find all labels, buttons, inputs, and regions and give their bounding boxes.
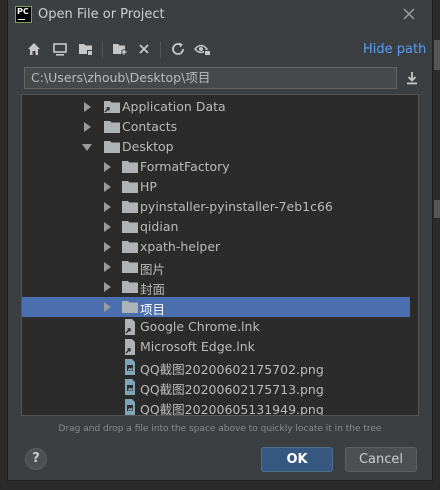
folder-icon [104, 120, 120, 134]
folder-icon [122, 180, 138, 194]
home-icon[interactable] [23, 36, 45, 62]
tree-row-label: Microsoft Edge.lnk [140, 339, 255, 354]
path-input[interactable]: C:\Users\zhoub\Desktop\项目 [24, 67, 397, 89]
chevron-right-icon[interactable] [104, 262, 111, 272]
download-icon[interactable] [404, 70, 420, 86]
tree-row[interactable]: xpath-helper [22, 237, 410, 257]
open-file-dialog: PC Open File or Project Hide path C:\Use… [8, 0, 432, 480]
tree-row-label: QQ截图20200602175702.png [140, 362, 324, 377]
chevron-right-icon[interactable] [104, 182, 111, 192]
chevron-right-icon[interactable] [104, 222, 111, 232]
chevron-right-icon[interactable] [84, 122, 91, 132]
tree-row-label: Desktop [122, 139, 174, 154]
tree-row-label: QQ截图20200602175713.png [140, 382, 324, 397]
image-file-icon [122, 379, 138, 395]
folder-icon [122, 260, 138, 274]
folder-icon [122, 280, 138, 294]
tree-row[interactable]: Contacts [22, 117, 410, 137]
background-strip [434, 40, 440, 70]
chevron-right-icon[interactable] [104, 162, 111, 172]
folder-icon [122, 200, 138, 214]
title-bar: PC Open File or Project [8, 0, 432, 30]
help-button[interactable]: ? [25, 448, 47, 470]
tree-row[interactable]: FormatFactory [22, 157, 410, 177]
tree-row[interactable]: Desktop [22, 137, 410, 157]
close-icon[interactable] [400, 5, 418, 23]
tree-row[interactable]: qidian [22, 217, 410, 237]
chevron-right-icon[interactable] [104, 202, 111, 212]
logo-text: PC [17, 7, 29, 16]
tree-row[interactable]: pyinstaller-pyinstaller-7eb1c66 [22, 197, 410, 217]
shortcut-file-icon [122, 319, 138, 335]
toolbar-separator [102, 42, 103, 58]
background-strip [434, 200, 440, 218]
chevron-right-icon[interactable] [104, 242, 111, 252]
tree-row-label: Contacts [122, 119, 178, 134]
chevron-right-icon[interactable] [84, 102, 91, 112]
tree-row-label: xpath-helper [140, 239, 221, 254]
toolbar-separator [160, 42, 161, 58]
tree-row-label: QQ截图20200605131949.png [140, 402, 324, 416]
image-file-icon [122, 399, 138, 415]
show-hidden-icon[interactable] [192, 36, 214, 62]
cancel-button[interactable]: Cancel [345, 447, 417, 472]
file-tree[interactable]: QQ截图20200605131949.png QQ截图20200602175713… [21, 94, 419, 416]
folder-icon [104, 140, 120, 154]
folder-icon [122, 220, 138, 234]
pycharm-logo-icon: PC [15, 6, 32, 23]
tree-row-label: qidian [140, 219, 179, 234]
tree-row-label: FormatFactory [140, 159, 230, 174]
tree-row-label: 封面 [140, 282, 166, 297]
tree-row[interactable]: Google Chrome.lnk [22, 317, 410, 337]
tree-row-label: 项目 [140, 302, 166, 317]
tree-row-label: Google Chrome.lnk [140, 319, 260, 334]
project-folder-icon[interactable] [75, 36, 97, 62]
window-title: Open File or Project [38, 7, 165, 22]
ok-button[interactable]: OK [261, 447, 333, 472]
chevron-down-icon[interactable] [82, 144, 92, 151]
tree-row[interactable]: 项目 [22, 297, 410, 317]
hide-path-link[interactable]: Hide path [363, 42, 426, 57]
tree-row-label: 图片 [140, 262, 166, 277]
chevron-right-icon[interactable] [104, 302, 111, 312]
tree-row[interactable]: Microsoft Edge.lnk [22, 337, 410, 357]
tree-row[interactable]: Application Data [22, 97, 410, 117]
tree-row[interactable]: 图片 [22, 257, 410, 277]
tree-row[interactable]: HP [22, 177, 410, 197]
tree-row[interactable]: QQ截图20200602175702.png [22, 357, 410, 377]
chevron-right-icon[interactable] [104, 282, 111, 292]
tree-row[interactable]: QQ截图20200602175713.png [22, 377, 410, 397]
image-file-icon [122, 359, 138, 375]
tree-row-label: Application Data [122, 99, 226, 114]
refresh-icon[interactable] [167, 36, 189, 62]
tree-row[interactable]: QQ截图20200605131949.png [22, 397, 410, 416]
drag-drop-hint: Drag and drop a file into the space abov… [58, 424, 382, 434]
tree-row-label: pyinstaller-pyinstaller-7eb1c66 [140, 199, 333, 214]
folder-icon [122, 160, 138, 174]
tree-row-label: HP [140, 179, 157, 194]
folder-icon [122, 300, 138, 314]
new-folder-icon[interactable] [109, 36, 131, 62]
linked-folder-icon [104, 100, 120, 114]
delete-icon[interactable] [133, 36, 155, 62]
folder-icon [122, 240, 138, 254]
shortcut-file-icon [122, 339, 138, 355]
tree-row[interactable]: 封面 [22, 277, 410, 297]
desktop-icon[interactable] [49, 36, 71, 62]
